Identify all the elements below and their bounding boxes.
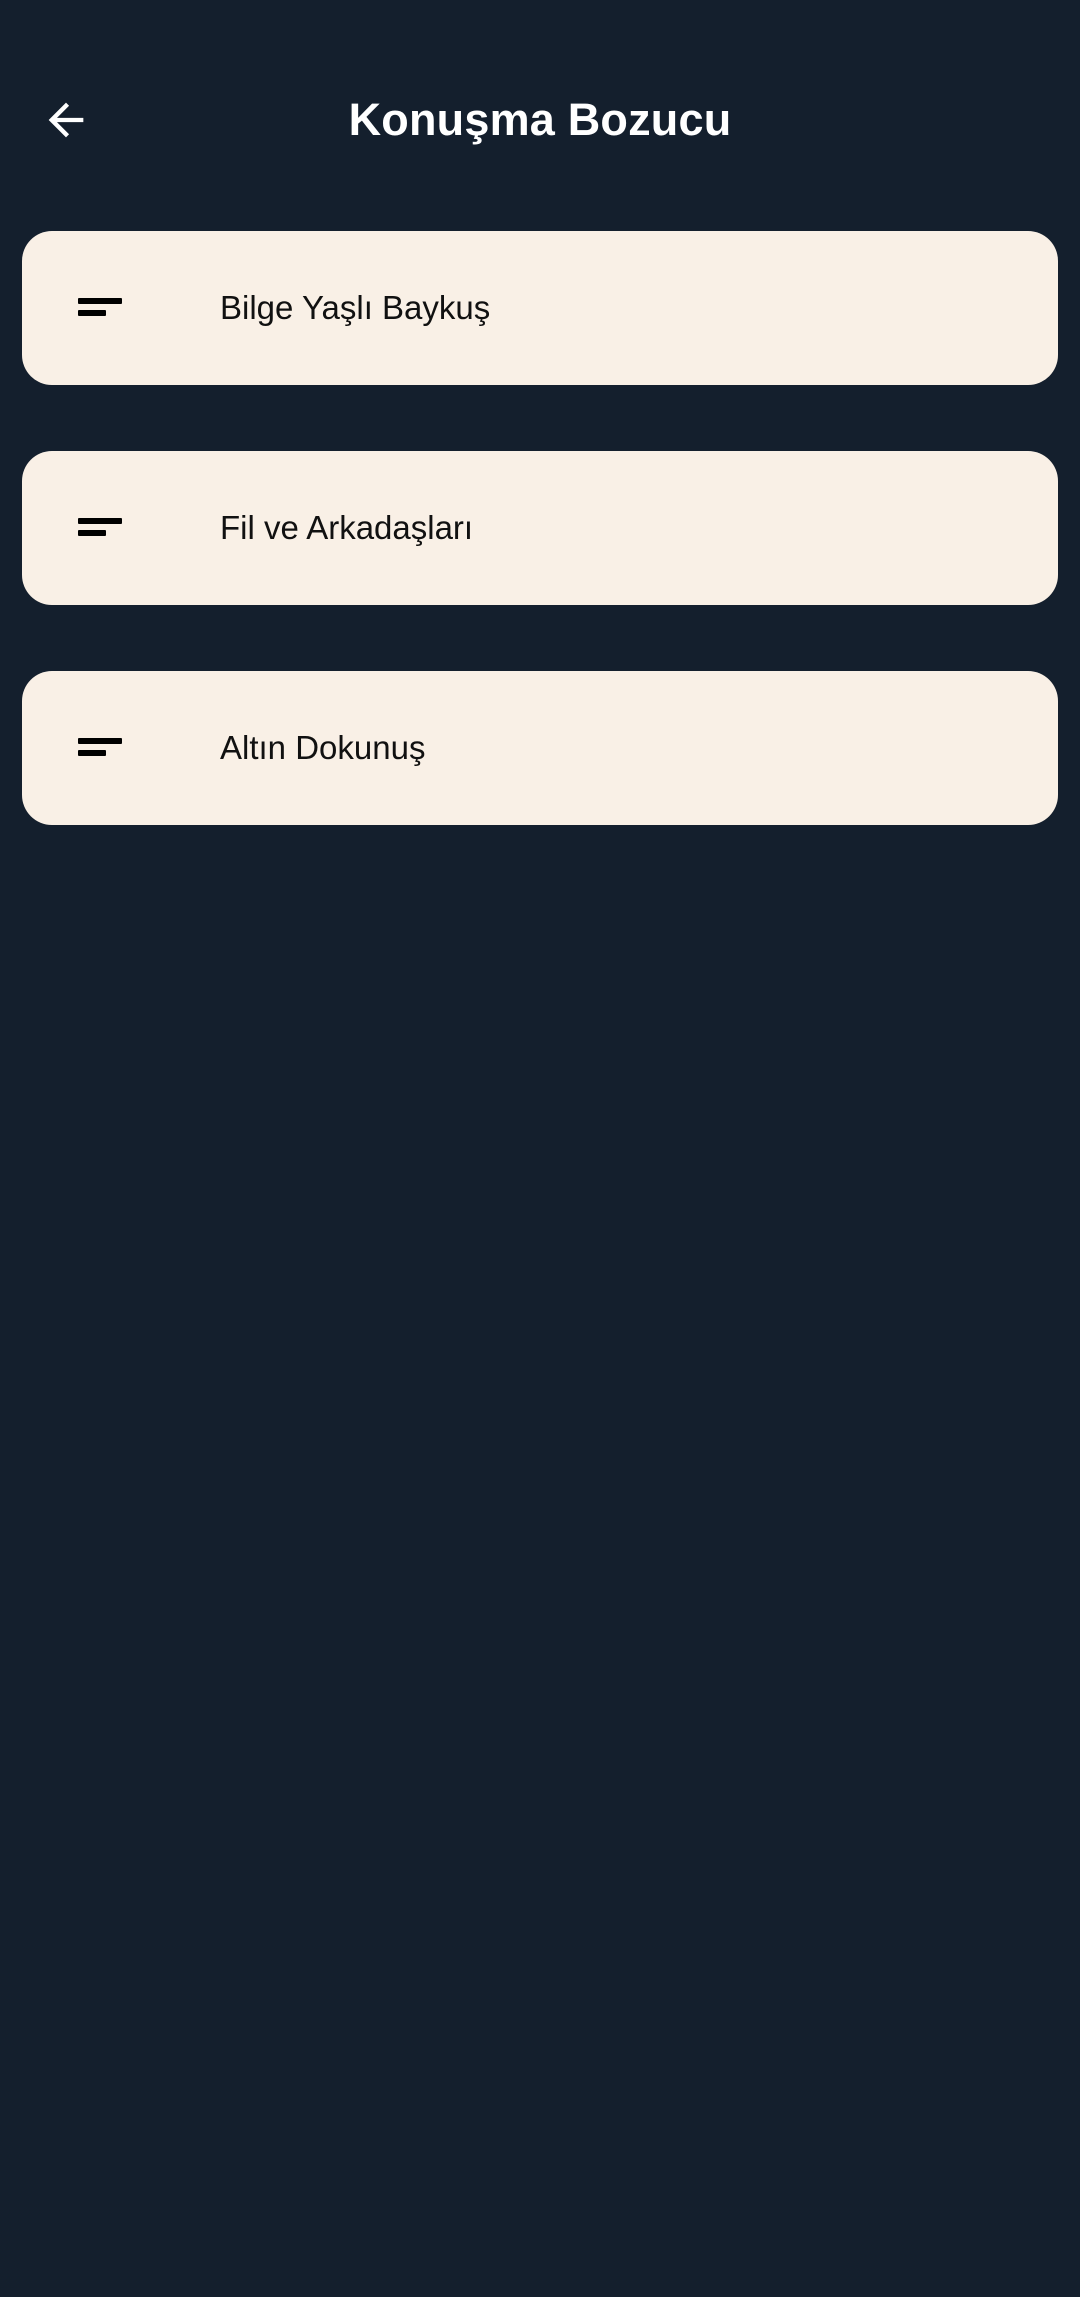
story-card-fil-ve-arkadaslari[interactable]: Fil ve Arkadaşları xyxy=(22,451,1058,605)
page-title: Konuşma Bozucu xyxy=(348,94,732,145)
short-text-icon xyxy=(78,516,126,540)
story-list: Bilge Yaşlı Baykuş Fil ve Arkadaşları Al… xyxy=(22,231,1058,891)
story-card-bilge-yasli-baykus[interactable]: Bilge Yaşlı Baykuş xyxy=(22,231,1058,385)
arrow-left-icon xyxy=(48,102,84,138)
short-text-icon xyxy=(78,736,126,760)
story-card-altin-dokunus[interactable]: Altın Dokunuş xyxy=(22,671,1058,825)
app-bar: Konuşma Bozucu xyxy=(0,0,1080,240)
story-title: Altın Dokunuş xyxy=(220,729,426,766)
short-text-icon xyxy=(78,296,126,320)
back-button[interactable] xyxy=(30,84,102,156)
story-title: Fil ve Arkadaşları xyxy=(220,509,474,546)
story-title: Bilge Yaşlı Baykuş xyxy=(220,289,491,326)
